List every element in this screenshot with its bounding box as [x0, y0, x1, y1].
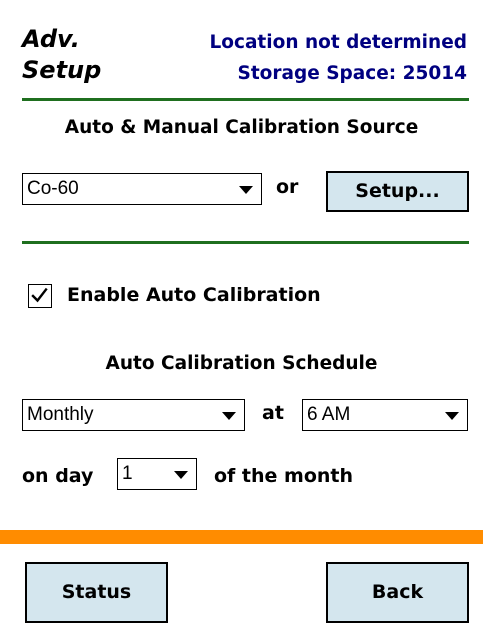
calibration-source-select[interactable]: Co-60: [22, 173, 262, 205]
checkmark-icon: [31, 287, 48, 303]
frequency-select[interactable]: Monthly: [22, 399, 245, 431]
calibration-source-heading: Auto & Manual Calibration Source: [64, 117, 419, 138]
page-title: Adv. Setup: [22, 24, 101, 86]
time-value: 6 AM: [307, 404, 351, 425]
status-button[interactable]: Status: [25, 562, 168, 623]
enable-auto-calibration-checkbox[interactable]: [28, 284, 52, 308]
time-select[interactable]: 6 AM: [302, 399, 468, 431]
day-value: 1: [122, 463, 133, 484]
enable-auto-calibration-label[interactable]: Enable Auto Calibration: [67, 284, 321, 306]
of-the-month-label: of the month: [214, 465, 354, 487]
location-status: Location not determined: [209, 32, 467, 53]
dropdown-arrow-icon: [445, 412, 459, 420]
dropdown-arrow-icon: [174, 471, 188, 479]
back-button[interactable]: Back: [326, 562, 469, 623]
or-label: or: [276, 176, 299, 198]
title-line-2: Setup: [22, 56, 102, 84]
header-divider: [22, 98, 469, 101]
day-select[interactable]: 1: [117, 458, 197, 490]
setup-button[interactable]: Setup...: [326, 171, 469, 212]
title-line-1: Adv.: [22, 25, 80, 53]
storage-space: Storage Space: 25014: [237, 63, 467, 84]
at-label: at: [262, 402, 284, 424]
on-day-label: on day: [22, 465, 94, 487]
schedule-heading: Auto Calibration Schedule: [105, 353, 378, 374]
source-divider: [22, 241, 469, 244]
footer-bar: [0, 530, 483, 544]
frequency-value: Monthly: [27, 404, 94, 425]
calibration-source-value: Co-60: [27, 178, 79, 199]
dropdown-arrow-icon: [222, 412, 236, 420]
dropdown-arrow-icon: [239, 186, 253, 194]
